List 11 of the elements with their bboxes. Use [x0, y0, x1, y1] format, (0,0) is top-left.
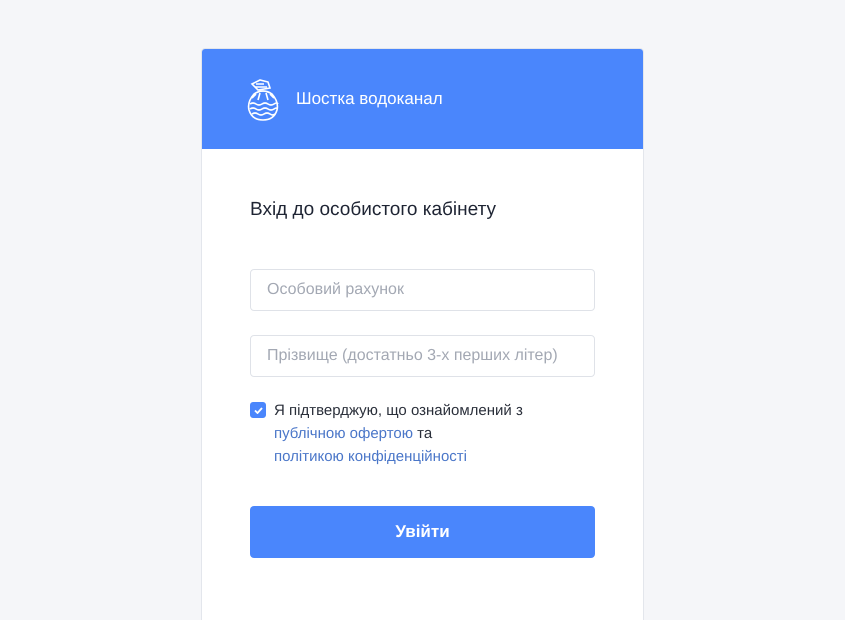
input-field[interactable]: Прізвище (достатньо 3-х перших літер) [250, 335, 595, 377]
login-button[interactable]: Увійти [250, 506, 595, 558]
consent-checkbox[interactable] [250, 402, 266, 418]
policy-link[interactable]: політикою конфіденційності [274, 448, 468, 465]
water-drop-logo-icon [246, 76, 280, 122]
check-icon [254, 406, 262, 414]
form-title: Вхід до особистого кабінету [250, 199, 497, 221]
input-field[interactable]: Особовий рахунок [250, 269, 595, 311]
policy-link[interactable]: публічною офертою [274, 425, 413, 442]
consent-text: Я підтверджую, що ознайомлений з публічною офертою та політикою конфіденційності [274, 401, 524, 467]
brand-name: Шостка водоканал [296, 89, 443, 109]
